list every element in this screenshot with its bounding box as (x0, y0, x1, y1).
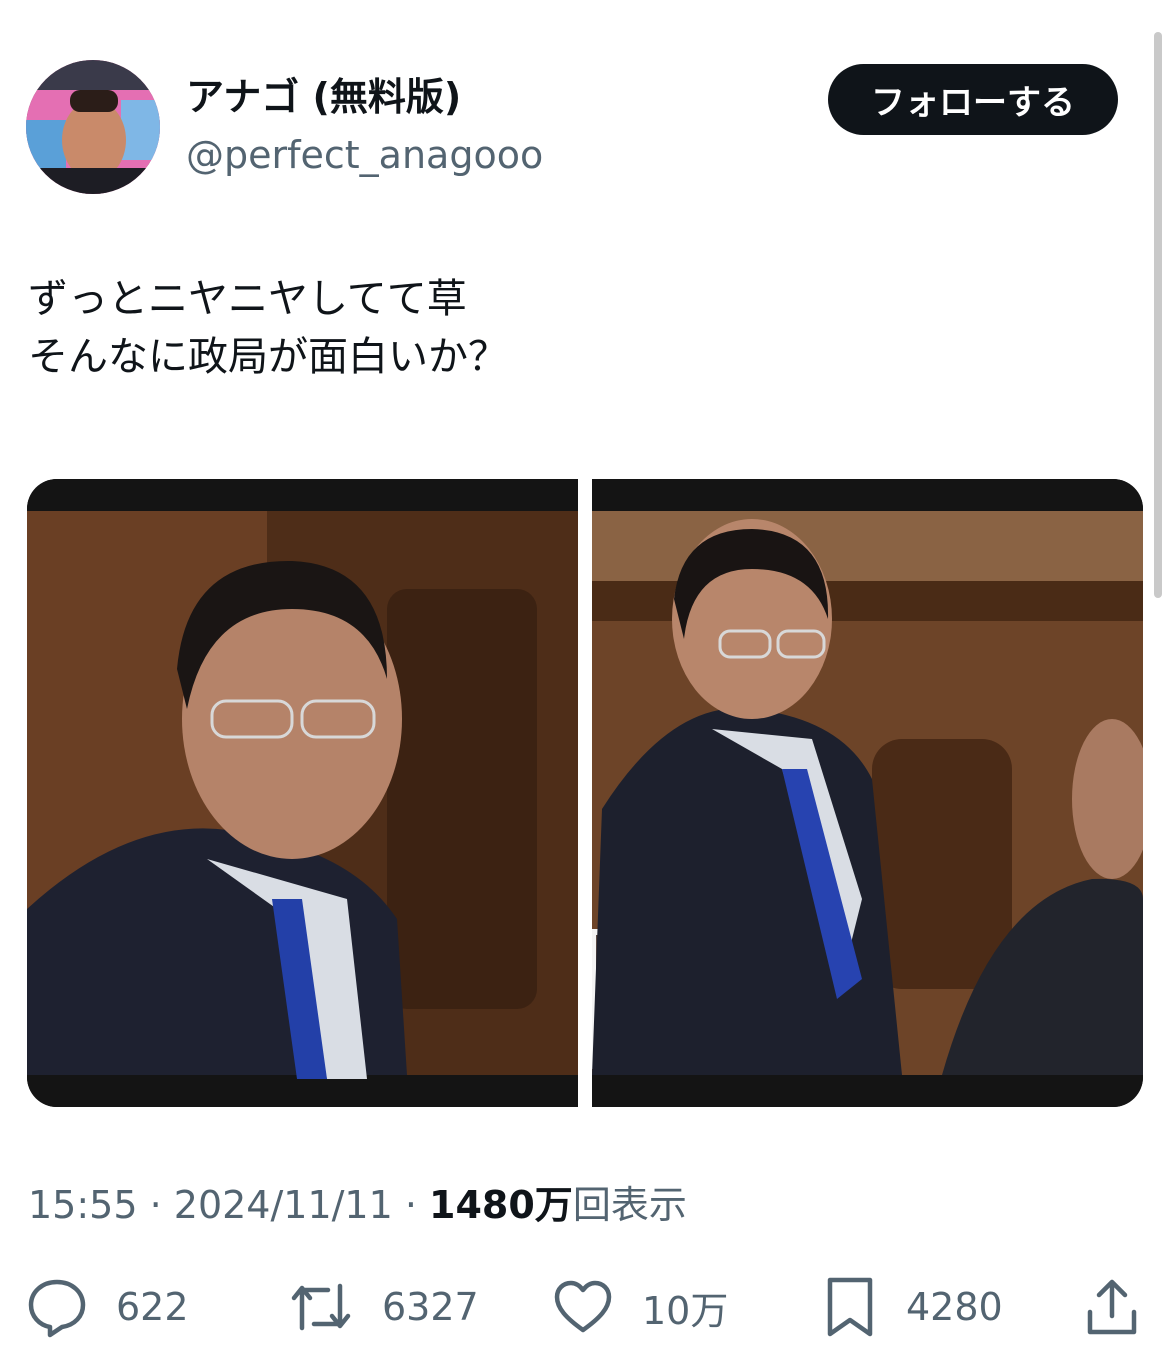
retweet-icon (288, 1276, 354, 1338)
follow-button[interactable]: フォローする (828, 64, 1118, 135)
meta-separator: · (392, 1183, 430, 1227)
retweet-count: 6327 (382, 1285, 479, 1329)
tweet-text-line: そんなに政局が面白いか？ (28, 334, 508, 380)
bookmark-count: 4280 (906, 1285, 1003, 1329)
reply-icon (26, 1276, 88, 1338)
display-name[interactable]: アナゴ (無料版) (186, 72, 543, 122)
tweet-text: ずっとニヤニヤしてて草 そんなに政局が面白いか？ (28, 270, 508, 386)
avatar[interactable] (26, 60, 160, 194)
bookmark-icon (822, 1276, 878, 1338)
tweet-meta: 15:55 · 2024/11/11 · 1480万回表示 (28, 1178, 687, 1232)
like-button[interactable]: 10万 (552, 1270, 728, 1344)
photo-2[interactable] (592, 479, 1143, 1107)
tweet-date[interactable]: 2024/11/11 (174, 1183, 393, 1227)
meta-separator: · (137, 1183, 174, 1227)
like-count: 10万 (642, 1288, 729, 1333)
scrollbar[interactable] (1154, 32, 1162, 598)
reply-button[interactable]: 622 (26, 1270, 189, 1344)
like-icon (552, 1276, 614, 1338)
share-button[interactable] (1084, 1270, 1140, 1344)
views-count: 1480万 (429, 1183, 573, 1227)
user-handle[interactable]: @perfect_anagooo (186, 128, 543, 182)
reply-count: 622 (116, 1285, 189, 1329)
tweet-header: アナゴ (無料版) @perfect_anagooo フォローする (26, 60, 1126, 194)
media-grid (27, 479, 1143, 1107)
action-bar: 622 6327 10万 4280 (26, 1270, 1146, 1344)
tweet-text-line: ずっとニヤニヤしてて草 (28, 276, 467, 322)
tweet-time[interactable]: 15:55 (28, 1183, 138, 1227)
share-icon (1084, 1276, 1140, 1338)
bookmark-button[interactable]: 4280 (822, 1270, 1003, 1344)
retweet-button[interactable]: 6327 (288, 1270, 479, 1344)
photo-1[interactable] (27, 479, 578, 1107)
views-label: 回表示 (572, 1183, 687, 1227)
